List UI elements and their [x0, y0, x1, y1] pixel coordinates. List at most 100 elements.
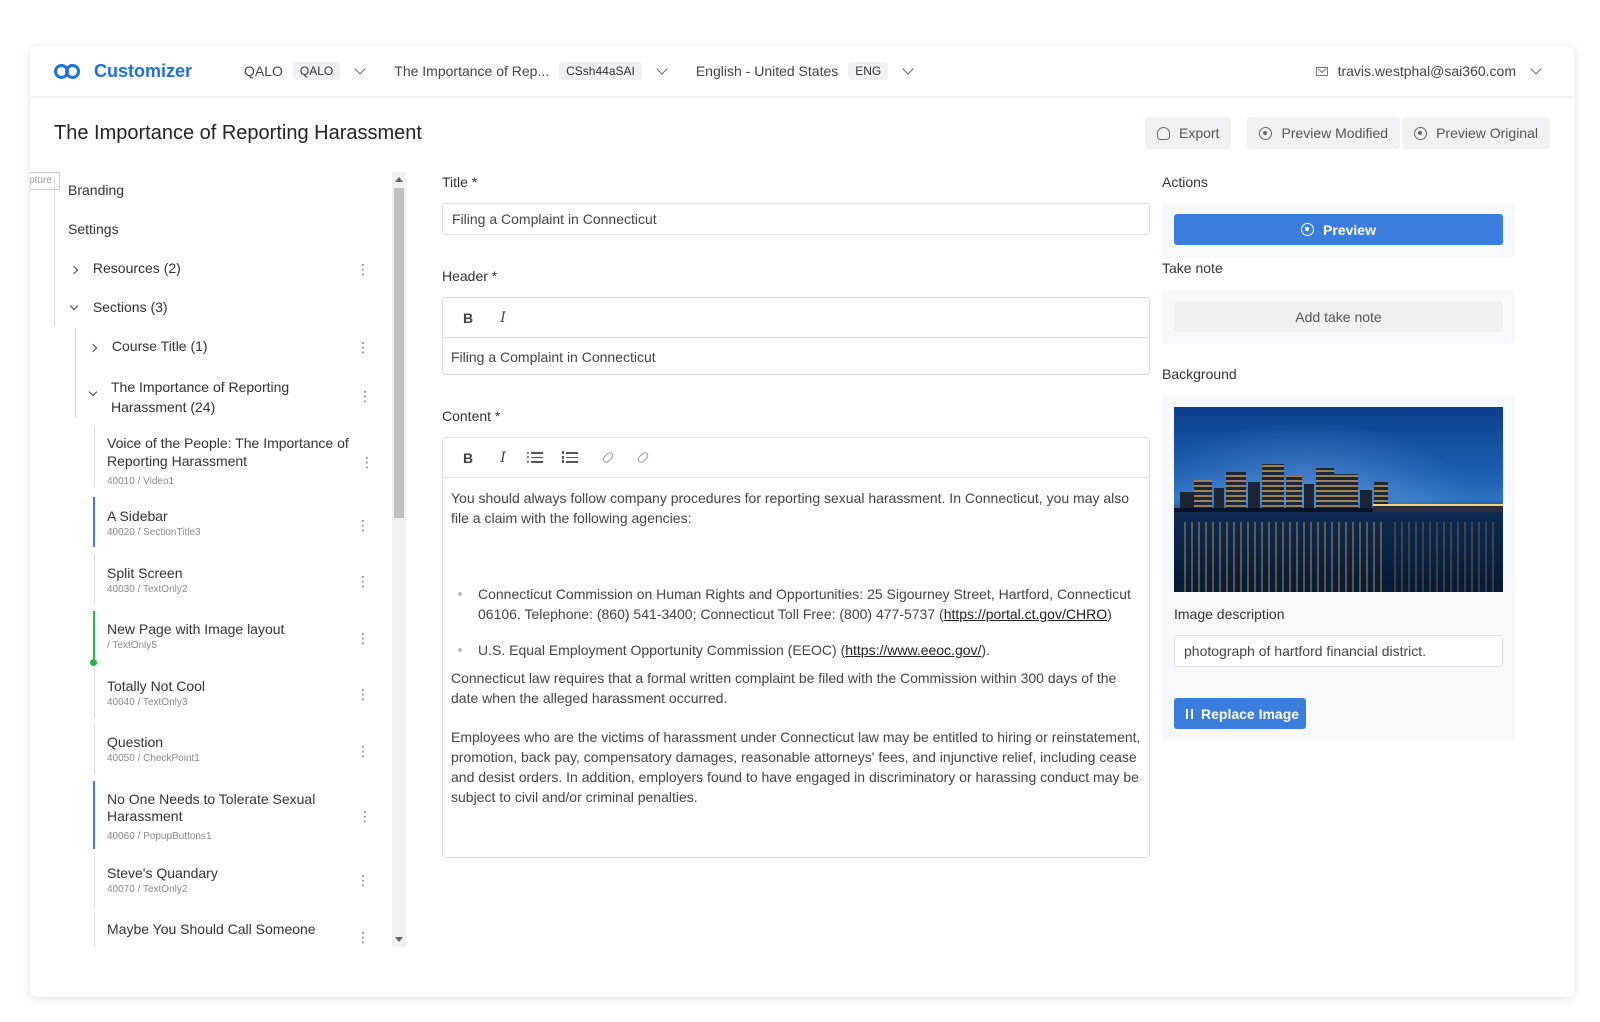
list-item-text: U.S. Equal Employment Opportunity Commis…	[478, 642, 846, 658]
tree-guide	[94, 856, 95, 908]
tree-page-id: 40040 / TextOnly3	[107, 697, 188, 708]
image-description-input[interactable]: photograph of hartford financial distric…	[1174, 635, 1503, 667]
page-title: The Importance of Reporting Harassment	[54, 122, 422, 144]
kebab-menu-icon[interactable]: ⋮	[356, 631, 370, 645]
tree-item-resources[interactable]: Resources (2)	[69, 260, 181, 276]
tree-tab[interactable]: pture	[30, 172, 60, 190]
tree-page[interactable]: Totally Not Cool 40040 / TextOnly3	[107, 678, 205, 708]
tree-page[interactable]: Voice of the People: The Importance of R…	[107, 434, 357, 491]
bold-icon[interactable]: B	[457, 447, 479, 469]
tree-page-id: 40060 / PopupButtons1	[107, 831, 212, 842]
chevron-down-icon[interactable]	[354, 63, 366, 75]
italic-icon[interactable]: I	[492, 307, 514, 329]
header-field-label: Header *	[442, 268, 498, 284]
tree-item-settings[interactable]: Settings	[68, 221, 119, 237]
tree-guide-modified	[93, 611, 95, 663]
list-item-text-end: ).	[981, 642, 990, 658]
tree-guide-selected	[93, 781, 95, 849]
list-item-text-end: )	[1107, 606, 1112, 622]
tree-guide	[54, 178, 55, 326]
course-title-label: Course Title (1)	[111, 338, 208, 354]
preview-modified-button[interactable]: Preview Modified	[1247, 117, 1401, 149]
chevron-down-icon[interactable]	[902, 63, 914, 75]
app-name: Customizer	[94, 60, 193, 81]
preview-original-button[interactable]: Preview Original	[1402, 117, 1550, 149]
scroll-up-arrow-icon[interactable]	[395, 177, 403, 182]
course-label: The Importance of Rep...	[394, 63, 550, 79]
kebab-menu-icon[interactable]: ⋮	[356, 340, 370, 354]
actions-label: Actions	[1162, 174, 1208, 190]
unlink-icon[interactable]	[632, 447, 654, 469]
chevron-right-icon[interactable]	[88, 343, 98, 353]
language-tag: ENG	[848, 62, 889, 80]
kebab-menu-icon[interactable]: ⋮	[356, 873, 370, 887]
chro-link[interactable]: https://portal.ct.gov/CHRO	[944, 606, 1107, 622]
course-selector[interactable]: The Importance of Rep... CSsh44aSAI	[394, 62, 668, 80]
tree-page-title: Voice of the People: The Importance of R…	[107, 435, 349, 469]
tree-item-importance[interactable]: The Importance of Reporting Harassment (…	[88, 377, 340, 417]
tree-page-id: 40010 / Video1	[107, 476, 175, 487]
eeoc-link[interactable]: https://www.eeoc.gov/	[845, 642, 981, 658]
tree-item-branding[interactable]: Branding	[68, 182, 124, 198]
tree-item-course-title[interactable]: Course Title (1)	[88, 338, 208, 354]
chevron-down-icon[interactable]	[1530, 63, 1542, 75]
resources-label: Resources (2)	[92, 260, 181, 276]
agency-list: Connecticut Commission on Human Rights a…	[451, 584, 1141, 660]
tree-item-sections[interactable]: Sections (3)	[69, 299, 168, 315]
tree-page[interactable]: No One Needs to Tolerate Sexual Harassme…	[107, 791, 347, 845]
scroll-thumb[interactable]	[394, 188, 404, 518]
kebab-menu-icon[interactable]: ⋮	[356, 518, 370, 532]
content-editor-body[interactable]: You should always follow company procedu…	[443, 478, 1149, 817]
numbered-list-icon[interactable]	[562, 447, 584, 469]
preview-modified-label: Preview Modified	[1281, 125, 1389, 141]
add-take-note-label: Add take note	[1295, 308, 1382, 325]
user-email: travis.westphal@sai360.com	[1337, 63, 1516, 79]
tree-page-title: Maybe You Should Call Someone	[107, 921, 316, 937]
language-label: English - United States	[695, 63, 839, 79]
tree-page[interactable]: Question 40050 / CheckPoint1	[107, 734, 200, 764]
language-selector[interactable]: English - United States ENG	[695, 62, 914, 80]
scroll-down-arrow-icon[interactable]	[395, 937, 403, 942]
app-logo[interactable]: Customizer	[54, 61, 222, 82]
kebab-menu-icon[interactable]: ⋮	[356, 574, 370, 588]
kebab-menu-icon[interactable]: ⋮	[356, 744, 370, 758]
eye-icon	[1301, 223, 1315, 236]
tree-guide	[94, 724, 95, 774]
tree-page[interactable]: Steve's Quandary 40070 / TextOnly2	[107, 865, 218, 895]
title-input[interactable]: Filing a Complaint in Connecticut	[442, 203, 1150, 235]
tree-page-id: 40020 / SectionTitle3	[107, 527, 201, 538]
tree-page[interactable]: Maybe You Should Call Someone	[107, 921, 316, 937]
mail-icon	[1315, 66, 1328, 76]
preview-button[interactable]: Preview	[1174, 214, 1503, 245]
content-toolbar: B I	[443, 438, 1149, 478]
tree-page[interactable]: A Sidebar 40020 / SectionTitle3	[107, 508, 201, 538]
bold-icon[interactable]: B	[457, 307, 479, 329]
chevron-down-icon[interactable]	[69, 301, 79, 311]
kebab-menu-icon[interactable]: ⋮	[360, 455, 374, 469]
kebab-menu-icon[interactable]: ⋮	[356, 930, 370, 944]
tree-page-id: 40070 / TextOnly2	[107, 884, 188, 895]
user-menu[interactable]: travis.westphal@sai360.com	[1315, 46, 1542, 96]
tree-page[interactable]: Split Screen 40030 / TextOnly2	[107, 565, 187, 595]
replace-image-button[interactable]: Replace Image	[1174, 698, 1306, 729]
tree-scrollbar[interactable]	[392, 172, 406, 947]
export-button[interactable]: Export	[1144, 117, 1232, 149]
header-editor-body[interactable]: Filing a Complaint in Connecticut	[443, 338, 1149, 377]
kebab-menu-icon[interactable]: ⋮	[358, 809, 372, 823]
bullet-list-icon[interactable]	[527, 447, 549, 469]
tree-page[interactable]: New Page with Image layout / TextOnly5	[107, 621, 284, 651]
tree-page-id: / TextOnly5	[107, 640, 157, 651]
list-item: Connecticut Commission on Human Rights a…	[451, 584, 1141, 624]
chevron-right-icon[interactable]	[69, 265, 79, 275]
tree-page-title: New Page with Image layout	[107, 621, 285, 637]
add-take-note-button[interactable]: Add take note	[1174, 301, 1503, 332]
link-icon[interactable]	[597, 447, 619, 469]
chevron-down-icon[interactable]	[88, 387, 98, 397]
kebab-menu-icon[interactable]: ⋮	[356, 687, 370, 701]
italic-icon[interactable]: I	[492, 447, 514, 469]
chevron-down-icon[interactable]	[656, 63, 668, 75]
replace-image-label: Replace Image	[1201, 705, 1300, 722]
kebab-menu-icon[interactable]: ⋮	[358, 389, 372, 403]
client-selector[interactable]: QALO QALO	[244, 62, 366, 80]
kebab-menu-icon[interactable]: ⋮	[356, 262, 370, 276]
